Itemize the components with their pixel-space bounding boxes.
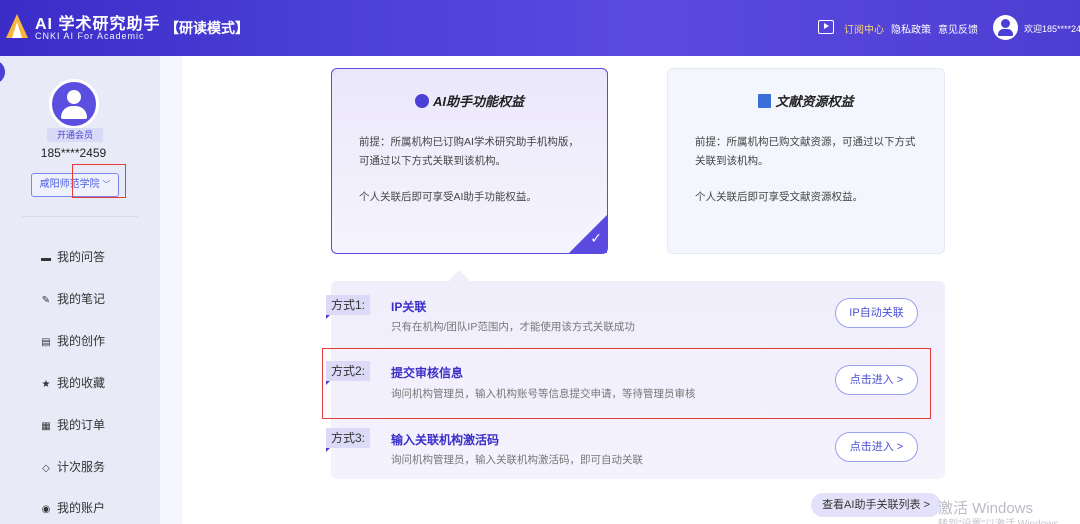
annotation-box	[322, 348, 931, 419]
view-link-list-button[interactable]: 查看AI助手关联列表 >	[811, 493, 941, 517]
sidebar-gutter	[160, 56, 182, 524]
member-badge[interactable]: 开通会员	[47, 128, 103, 142]
method-description: 询问机构管理员，输入关联机构激活码，即可自动关联	[391, 454, 643, 466]
sidebar-item-label: 我的创作	[57, 334, 106, 348]
app-brand-subtitle: CNKI AI For Academic	[35, 31, 145, 41]
sidebar-item-label: 我的订单	[57, 418, 106, 432]
account-icon: ◉	[41, 504, 51, 515]
card-note: 个人关联后即可享受AI助手功能权益。	[359, 191, 537, 203]
sidebar: 开通会员 185****2459 咸阳师范学院 ﹀ ▬ 我的问答 ✎ 我的笔记 ▤ 我…	[0, 56, 160, 524]
card-note: 个人关联后即可享受文献资源权益。	[695, 191, 863, 203]
windows-activation-hint: 转到"设置"以激活 Windows。	[938, 515, 1068, 524]
sidebar-item-label: 我的笔记	[57, 292, 106, 306]
check-icon: ✓	[590, 230, 602, 246]
sidebar-item-label: 我的账户	[57, 501, 106, 515]
welcome-text: 欢迎185****2459	[1024, 24, 1080, 34]
method-tag: 方式1:	[326, 295, 370, 319]
subscribe-icon[interactable]	[818, 20, 834, 34]
method-description: 只有在机构/团队IP范围内，才能使用该方式关联成功	[391, 321, 635, 333]
sidebar-item-qa[interactable]: ▬ 我的问答	[40, 248, 105, 265]
profile-phone: 185****2459	[40, 146, 107, 160]
method-title: IP关联	[391, 300, 427, 314]
sidebar-item-favorites[interactable]: ★ 我的收藏	[40, 374, 106, 391]
card-description: 前提：所属机构已购文献资源，可通过以下方式关联到该机构。	[695, 136, 916, 167]
app-logo-icon	[6, 14, 28, 38]
nav-feedback-link[interactable]: 意见反馈	[938, 21, 978, 36]
nav-privacy-link[interactable]: 隐私政策	[891, 21, 931, 36]
sidebar-item-account[interactable]: ◉ 我的账户	[40, 499, 105, 516]
ip-auto-link-button[interactable]: IP自动关联	[835, 298, 918, 328]
top-bar: AI 学术研究助手 CNKI AI For Academic 【研读模式】 订阅…	[0, 0, 1080, 56]
sidebar-item-metered[interactable]: ◇ 计次服务	[40, 458, 105, 475]
method-tag: 方式3:	[326, 428, 370, 452]
method-title: 输入关联机构激活码	[391, 433, 500, 447]
sidebar-collapse-handle[interactable]	[0, 60, 5, 84]
order-icon: ▦	[41, 421, 51, 432]
sidebar-item-label: 我的问答	[57, 250, 106, 264]
card-description: 前提：所属机构已订购AI学术研究助手机构版，可通过以下方式关联到该机构。	[359, 136, 579, 167]
user-avatar-icon[interactable]	[993, 15, 1018, 40]
sidebar-divider	[22, 216, 138, 217]
card-title: AI助手功能权益	[332, 91, 607, 110]
pen-icon: ✎	[41, 295, 51, 306]
mode-label: 【研读模式】	[165, 20, 249, 36]
nav-subscribe-link[interactable]: 订阅中心	[844, 21, 884, 36]
sidebar-item-orders[interactable]: ▦ 我的订单	[40, 416, 105, 433]
ai-assistant-icon	[414, 94, 429, 108]
card-title: 文献资源权益	[668, 91, 944, 110]
sidebar-item-label: 我的收藏	[57, 376, 106, 390]
annotation-box	[72, 164, 126, 198]
profile-avatar-icon[interactable]	[49, 79, 99, 129]
sidebar-item-creations[interactable]: ▤ 我的创作	[40, 332, 105, 349]
literature-benefit-card[interactable]: 文献资源权益 前提：所属机构已购文献资源，可通过以下方式关联到该机构。 个人关联…	[667, 68, 945, 254]
service-icon: ◇	[42, 463, 50, 474]
books-icon	[758, 94, 772, 108]
star-icon: ★	[41, 379, 51, 390]
activation-code-button[interactable]: 点击进入 >	[835, 432, 918, 462]
chat-icon: ▬	[41, 253, 51, 264]
sidebar-item-label: 计次服务	[57, 460, 106, 474]
edit-doc-icon: ▤	[41, 337, 51, 348]
sidebar-item-notes[interactable]: ✎ 我的笔记	[40, 290, 105, 307]
ai-benefit-card[interactable]: AI助手功能权益 前提：所属机构已订购AI学术研究助手机构版，可通过以下方式关联…	[331, 68, 608, 254]
